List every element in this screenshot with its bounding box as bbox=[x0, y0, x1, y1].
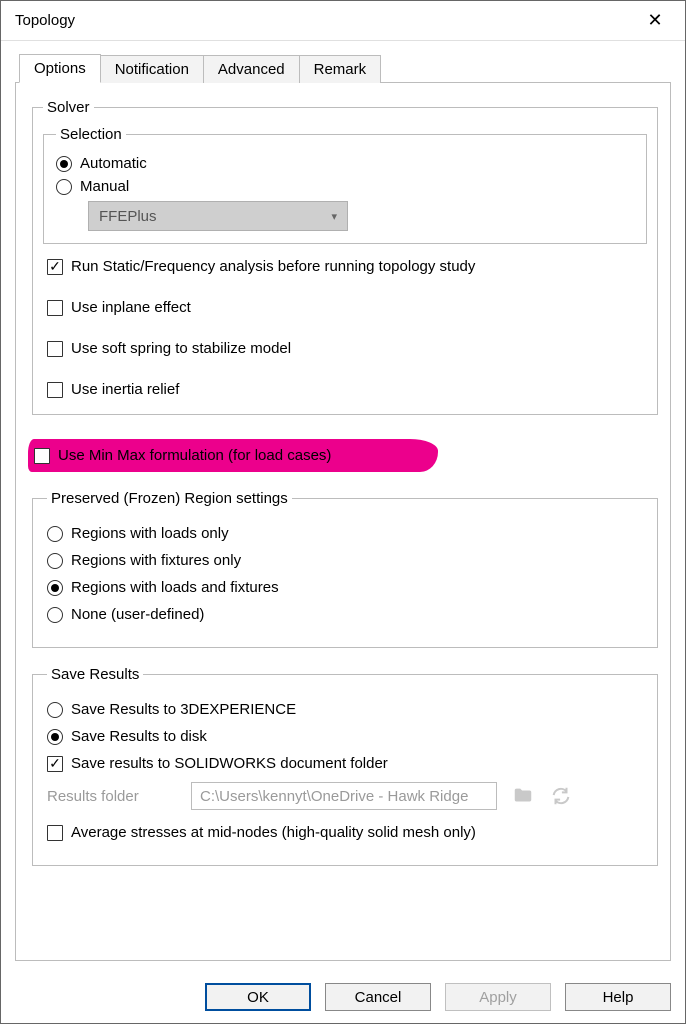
check-run-static-label: Run Static/Frequency analysis before run… bbox=[71, 258, 475, 275]
solver-dropdown-value: FFEPlus bbox=[99, 208, 157, 225]
radio-save-disk-row[interactable]: Save Results to disk bbox=[47, 728, 645, 745]
solver-dropdown[interactable]: FFEPlus ▾ bbox=[88, 201, 348, 231]
check-avg-stresses-label: Average stresses at mid-nodes (high-qual… bbox=[71, 824, 476, 841]
tab-remark[interactable]: Remark bbox=[299, 55, 382, 83]
content-area: Options Notification Advanced Remark Sol… bbox=[1, 41, 685, 971]
results-folder-row: Results folder C:\Users\kennyt\OneDrive … bbox=[47, 782, 645, 810]
check-minmax[interactable] bbox=[34, 448, 50, 464]
solver-group: Solver Selection Automatic Manual FFEPlu… bbox=[32, 99, 658, 415]
tab-advanced[interactable]: Advanced bbox=[203, 55, 300, 83]
check-save-doc-folder[interactable] bbox=[47, 756, 63, 772]
radio-save-disk-label: Save Results to disk bbox=[71, 728, 207, 745]
check-run-static[interactable] bbox=[47, 259, 63, 275]
radio-manual[interactable] bbox=[56, 179, 72, 195]
cancel-button[interactable]: Cancel bbox=[325, 983, 431, 1011]
radio-loads-fixtures-row[interactable]: Regions with loads and fixtures bbox=[47, 579, 645, 596]
browse-folder-icon[interactable] bbox=[511, 785, 535, 807]
minmax-highlight: Use Min Max formulation (for load cases) bbox=[28, 439, 438, 472]
check-avg-stresses[interactable] bbox=[47, 825, 63, 841]
check-inertia-label: Use inertia relief bbox=[71, 381, 179, 398]
radio-automatic[interactable] bbox=[56, 156, 72, 172]
tab-notification[interactable]: Notification bbox=[100, 55, 204, 83]
check-soft-spring[interactable] bbox=[47, 341, 63, 357]
solver-checks: Run Static/Frequency analysis before run… bbox=[43, 252, 647, 404]
tab-strip: Options Notification Advanced Remark bbox=[15, 53, 671, 83]
help-button[interactable]: Help bbox=[565, 983, 671, 1011]
preserved-group: Preserved (Frozen) Region settings Regio… bbox=[32, 490, 658, 648]
refresh-icon[interactable] bbox=[549, 785, 573, 807]
radio-save-3dx[interactable] bbox=[47, 702, 63, 718]
save-results-legend: Save Results bbox=[47, 666, 143, 683]
radio-fixtures-only-row[interactable]: Regions with fixtures only bbox=[47, 552, 645, 569]
radio-loads-only-label: Regions with loads only bbox=[71, 525, 229, 542]
results-folder-value: C:\Users\kennyt\OneDrive - Hawk Ridge bbox=[200, 788, 468, 805]
radio-save-disk[interactable] bbox=[47, 729, 63, 745]
selection-legend: Selection bbox=[56, 126, 126, 143]
dialog-buttons: OK Cancel Apply Help bbox=[1, 971, 685, 1023]
check-inplane[interactable] bbox=[47, 300, 63, 316]
results-folder-input[interactable]: C:\Users\kennyt\OneDrive - Hawk Ridge bbox=[191, 782, 497, 810]
radio-automatic-row[interactable]: Automatic bbox=[56, 155, 634, 172]
solver-legend: Solver bbox=[43, 99, 94, 116]
check-inplane-row[interactable]: Use inplane effect bbox=[47, 299, 647, 316]
check-save-doc-folder-row[interactable]: Save results to SOLIDWORKS document fold… bbox=[47, 755, 645, 772]
preserved-legend: Preserved (Frozen) Region settings bbox=[47, 490, 292, 507]
check-save-doc-folder-label: Save results to SOLIDWORKS document fold… bbox=[71, 755, 388, 772]
dialog-window: Topology ✕ Options Notification Advanced… bbox=[0, 0, 686, 1024]
radio-save-3dx-row[interactable]: Save Results to 3DEXPERIENCE bbox=[47, 701, 645, 718]
radio-none-label: None (user-defined) bbox=[71, 606, 204, 623]
titlebar: Topology ✕ bbox=[1, 1, 685, 41]
radio-manual-label: Manual bbox=[80, 178, 129, 195]
selection-group: Selection Automatic Manual FFEPlus ▾ bbox=[43, 126, 647, 244]
chevron-down-icon: ▾ bbox=[331, 210, 337, 223]
radio-loads-only-row[interactable]: Regions with loads only bbox=[47, 525, 645, 542]
check-inertia-row[interactable]: Use inertia relief bbox=[47, 381, 647, 398]
radio-loads-fixtures-label: Regions with loads and fixtures bbox=[71, 579, 279, 596]
radio-loads-fixtures[interactable] bbox=[47, 580, 63, 596]
check-run-static-row[interactable]: Run Static/Frequency analysis before run… bbox=[47, 258, 647, 275]
check-minmax-label: Use Min Max formulation (for load cases) bbox=[58, 447, 331, 464]
apply-button[interactable]: Apply bbox=[445, 983, 551, 1011]
close-button[interactable]: ✕ bbox=[633, 6, 677, 36]
radio-fixtures-only-label: Regions with fixtures only bbox=[71, 552, 241, 569]
radio-fixtures-only[interactable] bbox=[47, 553, 63, 569]
tab-options[interactable]: Options bbox=[19, 54, 101, 83]
check-inertia[interactable] bbox=[47, 382, 63, 398]
check-soft-spring-row[interactable]: Use soft spring to stabilize model bbox=[47, 340, 647, 357]
radio-none-row[interactable]: None (user-defined) bbox=[47, 606, 645, 623]
radio-none[interactable] bbox=[47, 607, 63, 623]
window-title: Topology bbox=[15, 12, 633, 29]
radio-manual-row[interactable]: Manual bbox=[56, 178, 634, 195]
ok-button[interactable]: OK bbox=[205, 983, 311, 1011]
tab-pane-options: Solver Selection Automatic Manual FFEPlu… bbox=[15, 83, 671, 961]
radio-save-3dx-label: Save Results to 3DEXPERIENCE bbox=[71, 701, 296, 718]
check-inplane-label: Use inplane effect bbox=[71, 299, 191, 316]
results-folder-label: Results folder bbox=[47, 788, 177, 805]
radio-loads-only[interactable] bbox=[47, 526, 63, 542]
save-results-group: Save Results Save Results to 3DEXPERIENC… bbox=[32, 666, 658, 866]
check-avg-stresses-row[interactable]: Average stresses at mid-nodes (high-qual… bbox=[47, 824, 645, 841]
radio-automatic-label: Automatic bbox=[80, 155, 147, 172]
check-soft-spring-label: Use soft spring to stabilize model bbox=[71, 340, 291, 357]
